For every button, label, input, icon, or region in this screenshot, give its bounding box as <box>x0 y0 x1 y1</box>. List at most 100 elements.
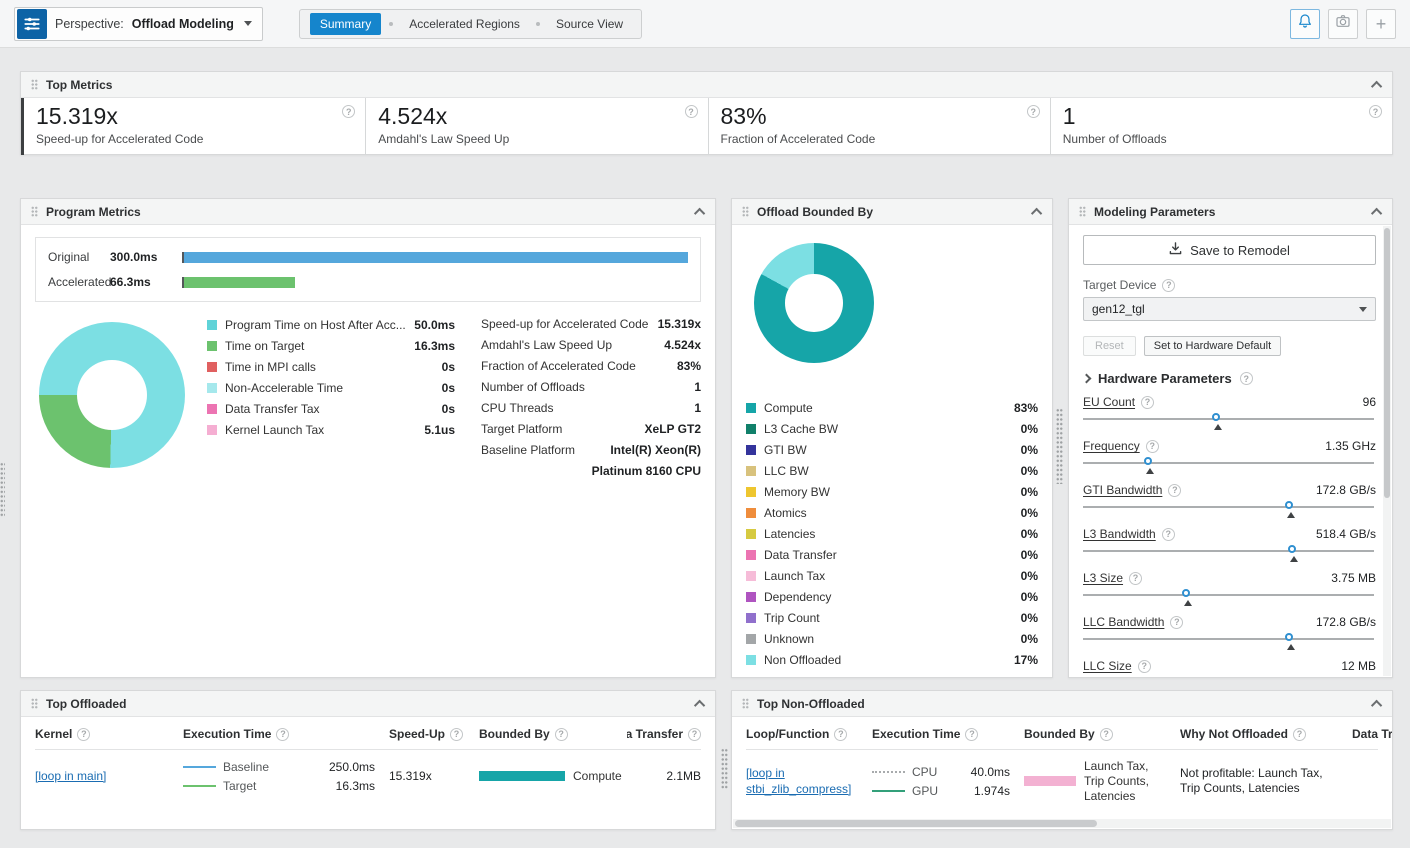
help-icon[interactable]: ? <box>1170 616 1183 629</box>
help-icon[interactable]: ? <box>276 728 289 741</box>
legend-label: Program Time on Host After Acc... <box>225 318 406 332</box>
tab-accelerated-regions[interactable]: Accelerated Regions <box>401 13 528 35</box>
collapse-chevron-icon[interactable] <box>1031 207 1042 218</box>
slider-handle[interactable] <box>1224 677 1232 678</box>
help-icon[interactable]: ? <box>1162 528 1175 541</box>
loop-function-link[interactable]: [loop in stbi_zlib_compress] <box>746 765 860 797</box>
hardware-parameters-title: Hardware Parameters <box>1098 371 1232 386</box>
expand-chevron-icon[interactable] <box>1082 374 1092 384</box>
help-icon[interactable]: ? <box>1168 484 1181 497</box>
bounded-by-bar <box>479 771 565 781</box>
collapse-chevron-icon[interactable] <box>694 699 705 710</box>
help-icon[interactable]: ? <box>1138 660 1151 673</box>
tab-summary[interactable]: Summary <box>310 13 381 35</box>
add-button[interactable]: + <box>1366 9 1396 39</box>
help-icon[interactable]: ? <box>1141 396 1154 409</box>
help-icon[interactable]: ? <box>77 728 90 741</box>
help-icon[interactable]: ? <box>1027 105 1040 118</box>
snapshot-button[interactable] <box>1328 9 1358 39</box>
legend-swatch <box>746 466 756 476</box>
help-icon[interactable]: ? <box>1369 105 1382 118</box>
help-icon[interactable]: ? <box>342 105 355 118</box>
legend-swatch <box>746 571 756 581</box>
bounded-by-cell: Compute <box>479 769 627 783</box>
help-icon[interactable]: ? <box>685 105 698 118</box>
set-hardware-default-button[interactable]: Set to Hardware Default <box>1144 336 1281 356</box>
collapse-chevron-icon[interactable] <box>694 207 705 218</box>
scrollbar-thumb[interactable] <box>1384 228 1390 498</box>
legend-item: Dependency0% <box>746 586 1038 607</box>
stat-row: Target PlatformXeLP GT2 <box>481 419 701 440</box>
notifications-button[interactable] <box>1290 9 1320 39</box>
help-icon[interactable]: ? <box>688 728 701 741</box>
metric-value: 4.524x <box>378 103 679 130</box>
slider-track[interactable] <box>1083 454 1376 475</box>
kernel-link[interactable]: [loop in main] <box>35 768 106 784</box>
scrollbar-thumb[interactable] <box>735 820 1097 827</box>
slider-track[interactable] <box>1083 542 1376 563</box>
dropdown-caret-icon <box>244 21 252 26</box>
legend-item: Program Time on Host After Acc...50.0ms <box>207 314 455 335</box>
perspective-selector[interactable]: Perspective: Offload Modeling <box>14 7 263 41</box>
slider-track[interactable] <box>1083 498 1376 519</box>
reset-button[interactable]: Reset <box>1083 336 1136 356</box>
slider-handle[interactable] <box>1288 545 1296 553</box>
drag-handle-icon[interactable] <box>31 79 38 90</box>
help-icon[interactable]: ? <box>1146 440 1159 453</box>
help-icon[interactable]: ? <box>1129 572 1142 585</box>
default-marker-icon <box>1287 512 1295 518</box>
collapse-chevron-icon[interactable] <box>1371 207 1382 218</box>
save-to-remodel-button[interactable]: Save to Remodel <box>1083 235 1376 265</box>
slider-handle[interactable] <box>1285 501 1293 509</box>
slider-handle[interactable] <box>1285 633 1293 641</box>
horizontal-scrollbar[interactable] <box>733 819 1391 828</box>
tab-source-view[interactable]: Source View <box>548 13 631 35</box>
why-not-offloaded-cell: Not profitable: Launch Tax, Trip Counts,… <box>1180 766 1352 796</box>
target-device-select[interactable]: gen12_tgl <box>1083 297 1376 321</box>
help-icon[interactable]: ? <box>965 728 978 741</box>
help-icon[interactable]: ? <box>1162 279 1175 292</box>
perspective-value: Offload Modeling <box>132 17 234 31</box>
collapse-chevron-icon[interactable] <box>1371 699 1382 710</box>
table-header: Kernel? Execution Time? Speed-Up? Bounde… <box>35 719 701 750</box>
vertical-scrollbar[interactable] <box>1383 226 1391 676</box>
drag-handle-icon[interactable] <box>1079 206 1086 217</box>
legend-item: LLC BW0% <box>746 460 1038 481</box>
legend-swatch <box>207 362 217 372</box>
help-icon[interactable]: ? <box>1293 728 1306 741</box>
legend-label: Non-Accelerable Time <box>225 381 343 395</box>
help-icon[interactable]: ? <box>834 728 847 741</box>
gpu-line-sample <box>872 790 905 792</box>
bounded-by-cell: Launch Tax, Trip Counts, Latencies <box>1024 759 1180 804</box>
panel-splitter-handle[interactable] <box>0 462 5 518</box>
legend-item: Atomics0% <box>746 502 1038 523</box>
slider-track[interactable] <box>1083 674 1376 678</box>
slider-handle[interactable] <box>1144 457 1152 465</box>
execution-time-cell: CPU40.0ms GPU1.974s <box>872 765 1024 798</box>
camera-icon <box>1335 13 1351 34</box>
legend-item: Non-Accelerable Time0s <box>207 377 455 398</box>
slider-track[interactable] <box>1083 586 1376 607</box>
bar-value: 300.0ms <box>110 250 172 264</box>
metric-label: Amdahl's Law Speed Up <box>378 132 679 146</box>
legend-item: Unknown0% <box>746 628 1038 649</box>
legend-item: Kernel Launch Tax5.1us <box>207 419 455 440</box>
help-icon[interactable]: ? <box>450 728 463 741</box>
collapse-chevron-icon[interactable] <box>1371 80 1382 91</box>
drag-handle-icon[interactable] <box>31 206 38 217</box>
help-icon[interactable]: ? <box>1240 372 1253 385</box>
program-metrics-legend: Program Time on Host After Acc...50.0ms … <box>193 310 481 482</box>
drag-handle-icon[interactable] <box>31 698 38 709</box>
slider-track[interactable] <box>1083 630 1376 651</box>
panel-splitter-handle[interactable] <box>1056 408 1063 484</box>
help-icon[interactable]: ? <box>1100 728 1113 741</box>
accelerated-time-bar <box>184 277 295 288</box>
help-icon[interactable]: ? <box>555 728 568 741</box>
drag-handle-icon[interactable] <box>742 206 749 217</box>
panel-splitter-handle[interactable] <box>721 748 728 790</box>
slider-handle[interactable] <box>1182 589 1190 597</box>
slider-track[interactable] <box>1083 410 1376 431</box>
drag-handle-icon[interactable] <box>742 698 749 709</box>
top-offloaded-panel: Top Offloaded Kernel? Execution Time? Sp… <box>20 690 716 830</box>
slider-handle[interactable] <box>1212 413 1220 421</box>
